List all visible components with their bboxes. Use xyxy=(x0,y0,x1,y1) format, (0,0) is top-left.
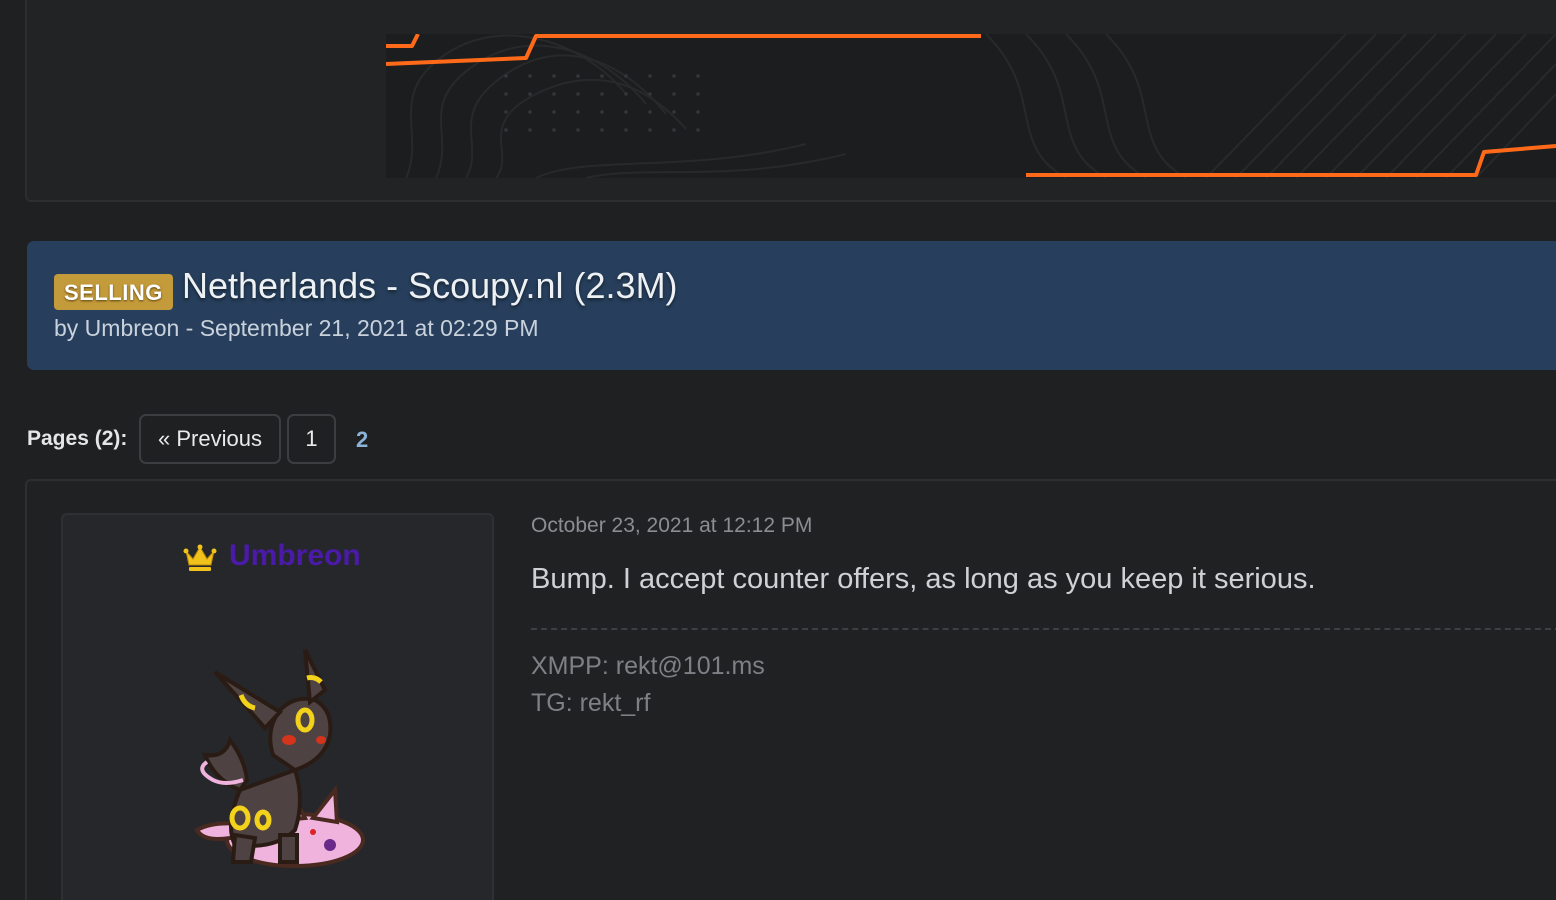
signature-divider xyxy=(531,628,1556,630)
page-1-button[interactable]: 1 xyxy=(287,414,336,464)
thread-header: SELLING Netherlands - Scoupy.nl (2.3M) b… xyxy=(27,241,1556,370)
selling-prefix-badge: SELLING xyxy=(54,274,173,310)
signature-telegram: TG: rekt_rf xyxy=(531,689,651,717)
current-page-indicator: 2 xyxy=(356,427,369,452)
post-date: October 23, 2021 at 12:12 PM xyxy=(531,514,813,537)
signature-xmpp: XMPP: rekt@101.ms xyxy=(531,652,765,680)
author-username[interactable]: Umbreon xyxy=(229,539,361,573)
thread-title: Netherlands - Scoupy.nl (2.3M) xyxy=(182,265,678,306)
pages-label: Pages (2): xyxy=(27,427,128,450)
crown-icon xyxy=(183,544,217,571)
thread-meta: by Umbreon - September 21, 2021 at 02:29… xyxy=(54,315,539,341)
previous-page-button[interactable]: « Previous xyxy=(139,414,281,464)
post-message: Bump. I accept counter offers, as long a… xyxy=(531,563,1316,595)
forum-thread-page: SELLING Netherlands - Scoupy.nl (2.3M) b… xyxy=(0,0,1556,900)
header-banner-image xyxy=(386,34,1556,178)
umbreon-avatar-image xyxy=(194,649,365,868)
